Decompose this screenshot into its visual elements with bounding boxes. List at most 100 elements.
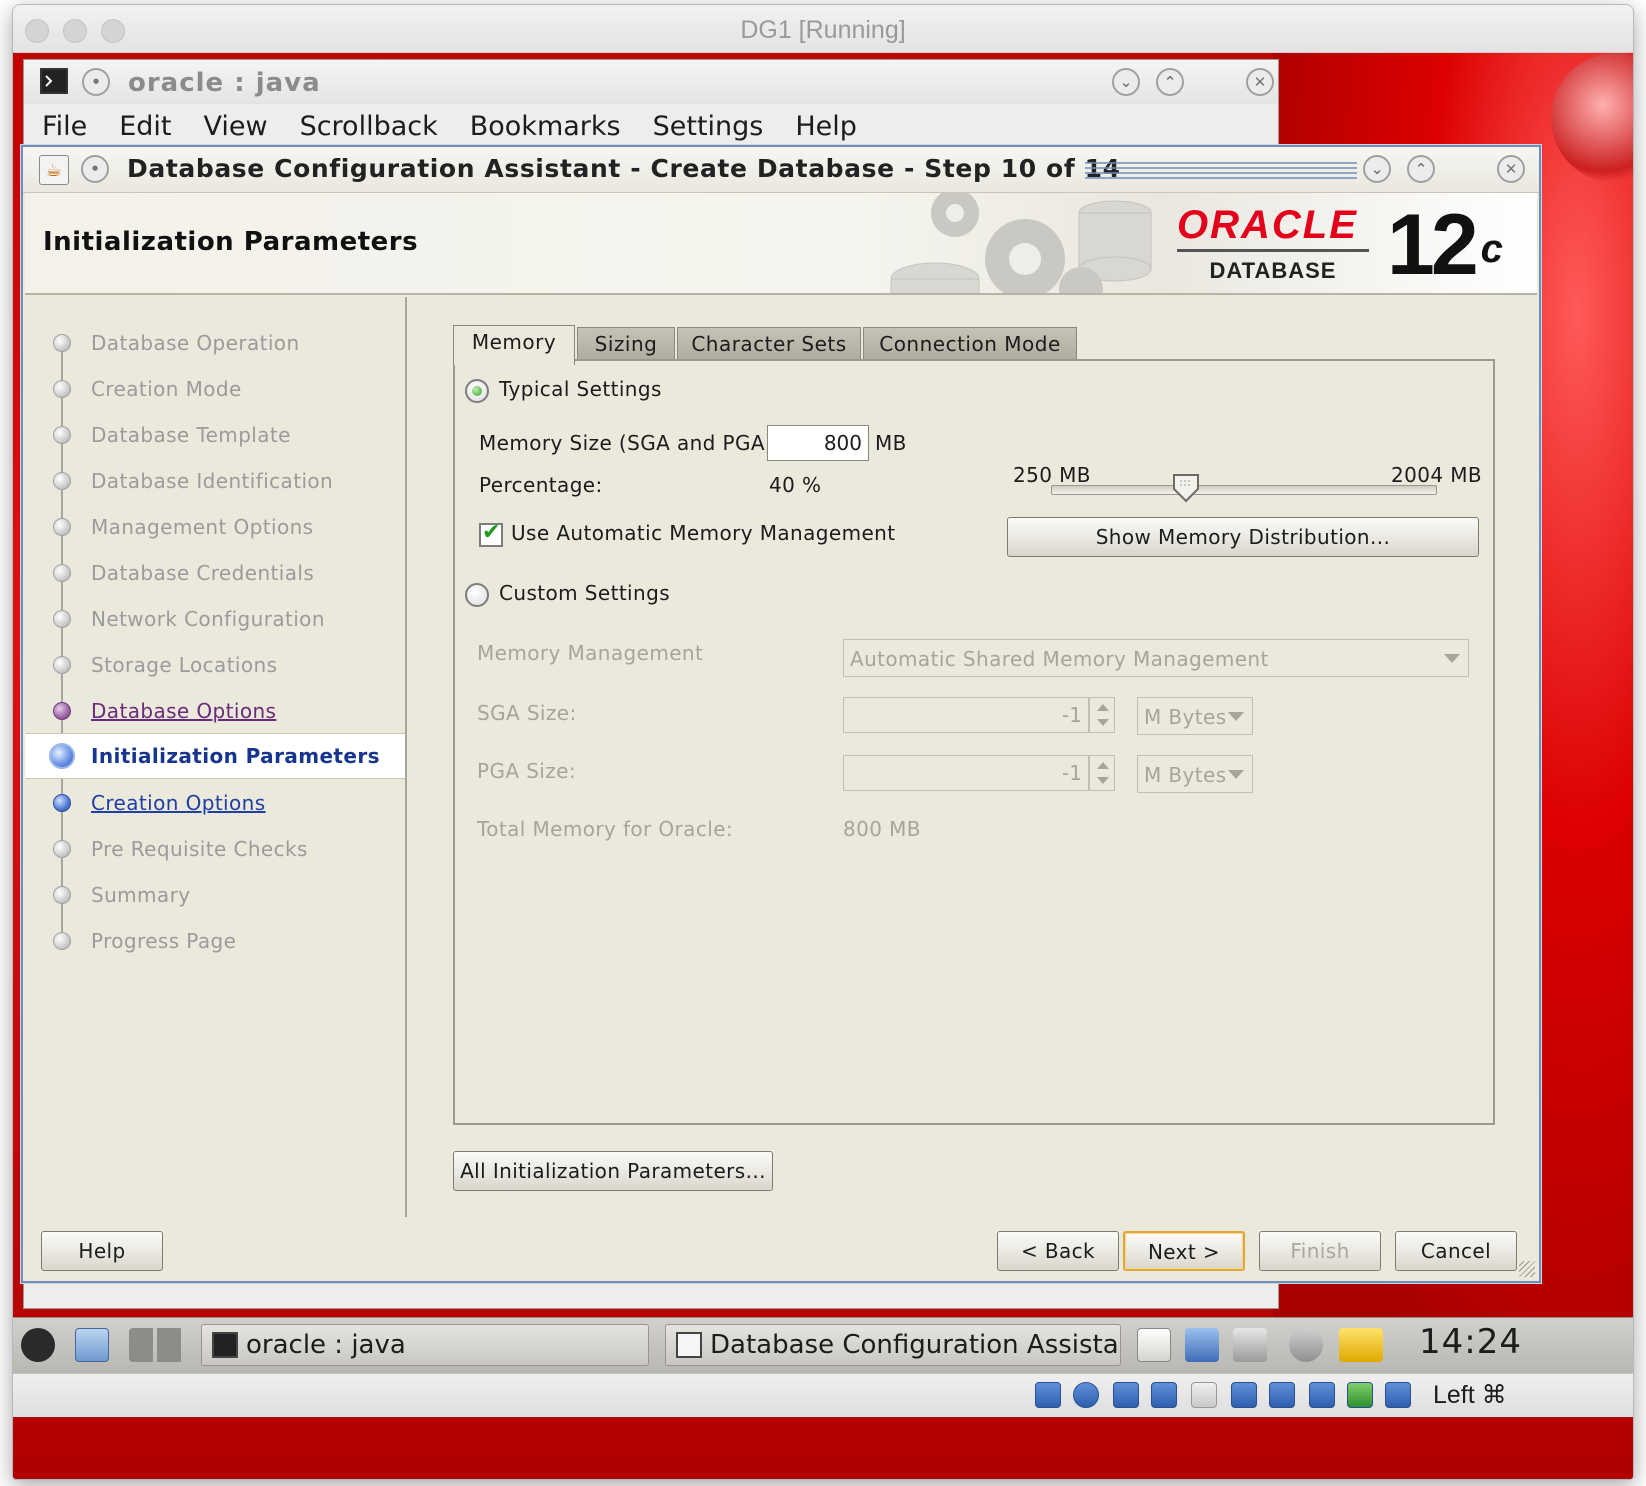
menu-file[interactable]: File — [42, 111, 87, 142]
tab-sizing[interactable]: Sizing — [577, 327, 675, 361]
sga-unit-select: M Bytes — [1137, 697, 1253, 735]
step-label[interactable]: Creation Options — [91, 791, 266, 815]
step-label: Summary — [91, 883, 191, 907]
display-icon[interactable] — [1231, 1382, 1257, 1408]
spinner-down-icon — [1097, 777, 1109, 784]
audio-icon[interactable] — [1113, 1382, 1139, 1408]
resize-grip[interactable] — [1519, 1261, 1535, 1277]
typical-settings-radio[interactable] — [465, 379, 489, 403]
workspace-switcher-icon[interactable] — [129, 1328, 183, 1362]
gears-illustration — [865, 193, 1165, 293]
battery-power-icon[interactable] — [1339, 1328, 1383, 1362]
memory-management-label: Memory Management — [477, 641, 704, 665]
dialog-maximize-icon[interactable]: ⌃ — [1407, 155, 1435, 183]
hard-disk-icon[interactable] — [1035, 1382, 1061, 1408]
custom-settings-radio[interactable] — [465, 583, 489, 607]
header-banner: Initialization Parameters ORACLE DATABAS… — [25, 193, 1537, 295]
dialog-window-menu-icon[interactable]: • — [81, 155, 109, 183]
version-suffix: c — [1480, 227, 1503, 271]
guest-additions-icon[interactable] — [1347, 1382, 1373, 1408]
clipboard-icon[interactable] — [1137, 1328, 1171, 1362]
all-initialization-parameters-button[interactable]: All Initialization Parameters... — [453, 1151, 773, 1191]
step-label: Network Configuration — [91, 607, 325, 631]
maximize-icon[interactable]: ⌃ — [1156, 68, 1184, 96]
dialog-close-icon[interactable]: ✕ — [1497, 155, 1525, 183]
page-title: Initialization Parameters — [43, 227, 419, 257]
total-memory-value: 800 MB — [843, 817, 921, 841]
host-titlebar: DG1 [Running] — [13, 5, 1633, 53]
clock[interactable]: 14:24 — [1419, 1322, 1522, 1362]
help-button[interactable]: Help — [41, 1231, 163, 1271]
back-button[interactable]: < Back — [997, 1231, 1119, 1271]
custom-settings-label[interactable]: Custom Settings — [499, 581, 670, 605]
dbca-dialog: ☕ • Database Configuration Assistant - C… — [21, 145, 1541, 1283]
step-dot-icon — [53, 380, 71, 398]
show-memory-distribution-button[interactable]: Show Memory Distribution... — [1007, 517, 1479, 557]
cancel-button[interactable]: Cancel — [1395, 1231, 1517, 1271]
close-icon[interactable]: ✕ — [1246, 68, 1274, 96]
slider-min-label: 250 MB — [1013, 463, 1091, 487]
video-capture-icon[interactable] — [1269, 1382, 1295, 1408]
step-label: Creation Mode — [91, 377, 242, 401]
step-creation-options[interactable]: Creation Options — [25, 781, 405, 827]
terminal-icon — [40, 68, 68, 94]
terminal-icon — [212, 1332, 238, 1358]
pga-size-spinner — [1089, 755, 1115, 791]
taskbar-item-dbca[interactable]: Database Configuration Assista — [665, 1324, 1121, 1366]
network-adapter-icon[interactable] — [1151, 1382, 1177, 1408]
step-initialization-parameters: Initialization Parameters — [25, 733, 405, 779]
host-key-indicator: Left ⌘ — [1433, 1381, 1507, 1409]
start-menu-icon[interactable] — [21, 1328, 55, 1362]
menu-scrollback[interactable]: Scrollback — [300, 111, 438, 142]
tab-character-sets[interactable]: Character Sets — [677, 327, 861, 361]
memory-size-input[interactable]: 800 — [767, 425, 869, 461]
tab-connection-mode[interactable]: Connection Mode — [863, 327, 1077, 361]
step-dot-icon — [53, 794, 71, 812]
menu-view[interactable]: View — [203, 111, 267, 142]
mouse-integration-icon[interactable] — [1385, 1382, 1411, 1408]
dialog-titlebar: ☕ • Database Configuration Assistant - C… — [23, 147, 1539, 193]
amm-label[interactable]: Use Automatic Memory Management — [511, 521, 896, 545]
step-database-operation: Database Operation — [25, 321, 405, 367]
tab-memory[interactable]: Memory — [453, 325, 575, 365]
menu-bookmarks[interactable]: Bookmarks — [470, 111, 621, 142]
info-icon[interactable] — [1289, 1328, 1323, 1362]
menu-edit[interactable]: Edit — [119, 111, 171, 142]
step-progress-page: Progress Page — [25, 919, 405, 965]
memory-tab-panel — [453, 359, 1495, 1125]
shared-folders-icon[interactable] — [1191, 1382, 1217, 1408]
step-pre-requisite-checks: Pre Requisite Checks — [25, 827, 405, 873]
pga-unit-select: M Bytes — [1137, 755, 1253, 793]
step-management-options: Management Options — [25, 505, 405, 551]
minimize-icon[interactable]: ⌄ — [1112, 68, 1140, 96]
chevron-down-icon — [1228, 770, 1244, 779]
step-database-template: Database Template — [25, 413, 405, 459]
taskbar-item-terminal[interactable]: oracle : java — [201, 1324, 649, 1366]
typical-settings-label[interactable]: Typical Settings — [499, 377, 662, 401]
dialog-minimize-icon[interactable]: ⌄ — [1363, 155, 1391, 183]
step-label: Database Identification — [91, 469, 334, 493]
step-dot-icon — [53, 702, 71, 720]
finish-button: Finish — [1259, 1231, 1381, 1271]
menu-settings[interactable]: Settings — [653, 111, 764, 142]
volume-icon[interactable] — [1233, 1328, 1267, 1362]
step-network-configuration: Network Configuration — [25, 597, 405, 643]
step-summary: Summary — [25, 873, 405, 919]
step-label[interactable]: Database Options — [91, 699, 276, 723]
memory-slider-thumb[interactable] — [1172, 473, 1200, 503]
memory-slider-track[interactable] — [1051, 485, 1437, 495]
sga-size-spinner — [1089, 697, 1115, 733]
current-step-icon — [49, 743, 75, 769]
memory-size-unit: MB — [875, 431, 907, 455]
network-monitor-icon[interactable] — [1185, 1328, 1219, 1362]
virtualbox-window: DG1 [Running] • oracle : java ⌄ ⌃ ✕ File… — [12, 4, 1634, 1480]
optical-drive-icon[interactable] — [1073, 1382, 1099, 1408]
next-button[interactable]: Next > — [1123, 1231, 1245, 1271]
step-database-options[interactable]: Database Options — [25, 689, 405, 735]
menu-help[interactable]: Help — [795, 111, 857, 142]
network-places-icon[interactable] — [75, 1328, 109, 1362]
usb-icon[interactable] — [1309, 1382, 1335, 1408]
window-menu-icon[interactable]: • — [82, 68, 110, 96]
step-dot-icon — [53, 472, 71, 490]
amm-checkbox[interactable]: ✔ — [479, 520, 503, 547]
